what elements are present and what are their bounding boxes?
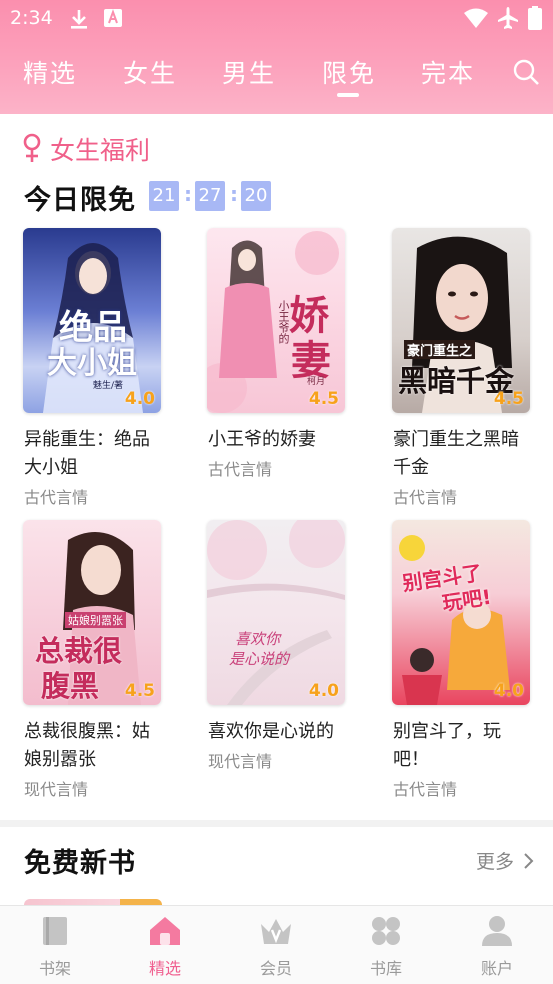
- rating: 4.5: [308, 389, 339, 409]
- section-title: 今日限免: [24, 185, 136, 216]
- bottom-nav: 书架 精选 会员 书库 账户: [0, 905, 553, 984]
- countdown-separator: :: [230, 182, 238, 206]
- active-tab-indicator: [337, 93, 359, 97]
- nav-label: 账户: [480, 959, 513, 978]
- chevron-right-icon: [524, 853, 534, 869]
- top-tab-bar: 精选 女生 男生 限免 完本: [0, 50, 553, 100]
- countdown-separator: :: [184, 182, 192, 206]
- book-category: 古代言情: [208, 460, 273, 479]
- status-bar: 2:34: [0, 0, 553, 38]
- book-category: 古代言情: [24, 488, 89, 507]
- crown-icon: [261, 919, 291, 944]
- book-cover[interactable]: 绝品 大小姐 魅生/著 4.0: [23, 228, 161, 413]
- female-icon: [23, 133, 41, 162]
- book-title[interactable]: 异能重生：绝品大小姐: [24, 426, 164, 482]
- nav-label: 会员: [259, 959, 292, 978]
- nav-bookshelf[interactable]: 书架: [0, 906, 110, 984]
- cover-title: 是心说的: [229, 650, 290, 668]
- bookshelf-icon: [43, 917, 67, 945]
- app-header: 2:34 精选 女生 男生 限免 完本: [0, 0, 553, 114]
- cover-title: 豪门重生之: [404, 340, 476, 359]
- status-time: 2:34: [10, 7, 53, 29]
- book-cover[interactable]: 娇 妻 小王爷的 柯月 4.5: [207, 228, 345, 413]
- book-title[interactable]: 总裁很腹黑：姑娘别嚣张: [24, 718, 164, 774]
- nav-featured[interactable]: 精选: [110, 906, 220, 984]
- rating: 4.5: [124, 681, 155, 701]
- book-cover[interactable]: 姑娘别嚣张 总裁很 腹黑 4.5: [23, 520, 161, 705]
- rating: 4.0: [308, 681, 339, 701]
- nav-membership[interactable]: 会员: [221, 906, 331, 984]
- book-cover[interactable]: 喜欢你 是心说的 4.0: [207, 520, 345, 705]
- rating: 4.0: [124, 389, 155, 409]
- tab-free-limited[interactable]: 限免: [322, 54, 376, 90]
- rating: 4.0: [493, 681, 524, 701]
- cover-title: 大小姐: [47, 346, 137, 381]
- nav-label: 书库: [369, 959, 402, 978]
- book-category: 古代言情: [393, 780, 458, 799]
- section-title: 免费新书: [24, 848, 136, 879]
- nav-label: 书架: [38, 959, 71, 978]
- cover-author: 柯月: [307, 377, 326, 387]
- tab-featured[interactable]: 精选: [23, 54, 77, 90]
- nav-account[interactable]: 账户: [442, 906, 552, 984]
- cover-subtitle: 小王爷的: [277, 300, 290, 344]
- book-category: 现代言情: [24, 780, 89, 799]
- more-label: 更多: [476, 851, 515, 873]
- user-icon: [482, 916, 512, 946]
- battery-icon: [528, 6, 542, 30]
- library-icon: [372, 917, 400, 945]
- cover-title: 腹黑: [41, 669, 100, 703]
- nav-library[interactable]: 书库: [331, 906, 441, 984]
- tab-completed[interactable]: 完本: [421, 54, 475, 90]
- cover-author: 魅生/著: [93, 381, 124, 391]
- book-title[interactable]: 豪门重生之黑暗千金: [393, 426, 533, 482]
- tab-male[interactable]: 男生: [222, 54, 276, 90]
- tab-female[interactable]: 女生: [123, 54, 177, 90]
- free-limited-section: 女生福利 今日限免 21 : 27 : 20 绝品 大小姐 魅生/著 4.0 异…: [0, 114, 553, 820]
- book-cover[interactable]: 别宫斗了 玩吧! 4.0: [392, 520, 530, 705]
- wifi-icon: [464, 8, 488, 28]
- download-icon: [71, 10, 87, 29]
- book-category: 古代言情: [393, 488, 458, 507]
- cover-subtitle: 姑娘别嚣张: [65, 612, 126, 628]
- book-title[interactable]: 别宫斗了，玩吧！: [393, 718, 533, 774]
- book-title[interactable]: 小王爷的娇妻: [208, 426, 348, 454]
- rating: 4.5: [493, 389, 524, 409]
- countdown-hours: 21: [149, 181, 179, 211]
- countdown-seconds: 20: [241, 181, 271, 211]
- book-cover[interactable]: 豪门重生之 黑暗千金 4.5: [392, 228, 530, 413]
- home-icon: [150, 917, 180, 945]
- nav-label: 精选: [148, 959, 181, 978]
- countdown-minutes: 27: [195, 181, 225, 211]
- section-tag-label: 女生福利: [50, 136, 151, 165]
- book-category: 现代言情: [208, 752, 273, 771]
- font-app-icon: [104, 9, 122, 27]
- book-title[interactable]: 喜欢你是心说的: [208, 718, 348, 746]
- search-icon[interactable]: [512, 58, 540, 86]
- more-button[interactable]: 更多: [476, 847, 534, 874]
- airplane-icon: [498, 7, 518, 29]
- cover-title: 喜欢你: [235, 630, 281, 648]
